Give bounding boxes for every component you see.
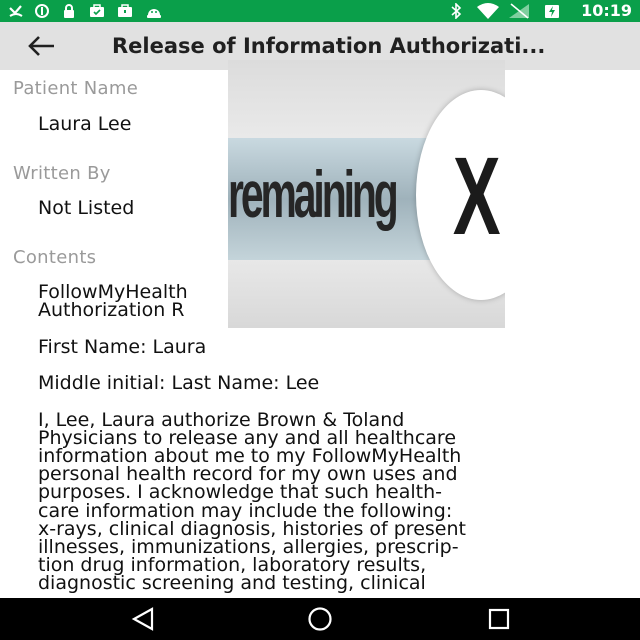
authorization-body-line: diagnostic screening and testing, clinic… [38, 572, 426, 594]
first-name-line: First Name: Laura [38, 336, 207, 358]
home-circle-icon[interactable] [305, 606, 335, 632]
contents-label: Contents [13, 247, 97, 268]
briefcase-check-icon [90, 4, 104, 17]
back-triangle-icon[interactable] [128, 606, 158, 632]
close-icon[interactable]: X [453, 142, 501, 252]
authorization-body-line: purposes. I acknowledge that such health… [38, 481, 443, 503]
wifi-icon [477, 3, 499, 19]
clock-time: 10:19 [581, 1, 632, 20]
middle-last-name-line: Middle initial: Last Name: Lee [38, 372, 320, 394]
written-by-value: Not Listed [38, 197, 135, 219]
status-bar: 10:19 [0, 0, 640, 22]
ad-remaining-text: remaining [228, 157, 399, 231]
navigation-bar [0, 598, 640, 640]
recents-square-icon[interactable] [484, 606, 514, 632]
written-by-label: Written By [13, 163, 111, 184]
patient-name-value: Laura Lee [38, 113, 132, 135]
data-saver-icon [35, 4, 49, 18]
battery-charging-icon [545, 5, 559, 18]
lock-icon [64, 4, 74, 18]
page-title: Release of Information Authorizati... [112, 34, 546, 58]
android-icon [147, 9, 161, 18]
briefcase-icon [118, 4, 132, 17]
patient-name-label: Patient Name [13, 78, 139, 99]
no-signal-icon [509, 3, 529, 19]
missed-call-icon [9, 5, 23, 17]
back-arrow-icon[interactable] [24, 32, 64, 60]
overlay-ad-image[interactable]: remaining X [228, 60, 505, 328]
bluetooth-icon [451, 3, 462, 19]
